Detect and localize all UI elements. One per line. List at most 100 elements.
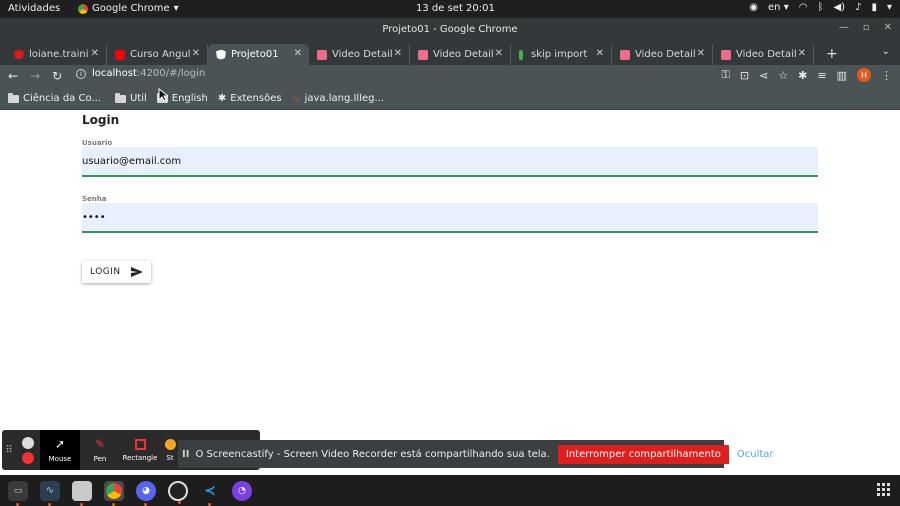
tab-label: Video Detail	[433, 49, 493, 60]
rectangle-tool[interactable]: Rectangle	[120, 430, 160, 470]
github-desktop-icon[interactable]: ◔	[232, 480, 252, 501]
pause-recording-icon[interactable]	[22, 436, 34, 449]
page-content: Login Usuario usuario@email.com Senha ••…	[0, 111, 900, 475]
tab-close-icon[interactable]: ✕	[495, 48, 503, 59]
reload-icon[interactable]: ↻	[52, 69, 62, 83]
tab-favicon-icon	[216, 49, 226, 60]
tab-favicon-icon	[721, 49, 731, 60]
cursor-icon: ➚	[54, 437, 66, 451]
address-bar[interactable]: i localhost:4200/#/login	[76, 68, 205, 79]
pen-tool[interactable]: ✎ Pen	[80, 430, 120, 470]
tab-close-icon[interactable]: ✕	[91, 48, 99, 59]
stop-recording-icon[interactable]	[22, 451, 34, 464]
tab[interactable]: Video Detail ✕	[713, 44, 814, 65]
pause-icon: II	[182, 448, 190, 460]
terminal-icon[interactable]: ▭	[8, 480, 28, 506]
tab-favicon-icon	[317, 49, 327, 60]
password-field[interactable]: ••••	[82, 203, 818, 233]
show-apps-icon[interactable]	[877, 483, 890, 496]
puzzle-icon: ✱	[217, 93, 227, 104]
tab[interactable]: Video Detail ✕	[612, 44, 713, 65]
back-icon[interactable]: ←	[8, 69, 18, 83]
tab-close-icon[interactable]: ✕	[394, 48, 402, 59]
sticker-icon	[164, 438, 176, 450]
send-icon	[131, 267, 143, 277]
tool-label: Rectangle	[122, 453, 158, 462]
tool-label: Pen	[93, 455, 107, 463]
tab-label: Curso Angul	[130, 49, 190, 60]
key-icon[interactable]: ⚿	[721, 68, 729, 82]
mouse-tool[interactable]: ➚ Mouse	[40, 430, 80, 470]
bookmark-item[interactable]: ✱ Extensões	[218, 93, 282, 104]
tab[interactable]: skip import ✕	[511, 44, 612, 65]
app-menu[interactable]: Google Chrome ▾	[78, 3, 179, 14]
system-monitor-icon[interactable]: ∿	[40, 480, 60, 506]
translate-icon[interactable]: ⊡	[740, 69, 749, 82]
login-button[interactable]: LOGIN	[82, 261, 151, 283]
tab-close-icon[interactable]: ✕	[192, 48, 200, 59]
obs-icon[interactable]	[168, 480, 188, 504]
extensions-icon[interactable]: ✱	[798, 69, 807, 82]
vscode-icon[interactable]: ≺	[200, 481, 220, 506]
media-icon[interactable]: ≡	[817, 69, 826, 82]
bookmark-item[interactable]: ♨ java.lang.Illeg...	[292, 93, 384, 104]
tab-close-icon[interactable]: ✕	[596, 48, 604, 59]
window-controls: — ▫ ✕	[839, 22, 892, 33]
drag-handle-icon[interactable]: ⠿	[2, 430, 16, 470]
taskbar: ▭ ∿ ◕ ≺ ◔	[0, 475, 900, 506]
sticker-tool[interactable]: St	[160, 430, 180, 470]
side-panel-icon[interactable]: ▥	[837, 69, 847, 82]
volume-icon: ◀)	[833, 2, 846, 13]
language-indicator[interactable]: en ▾	[768, 2, 789, 13]
url-host: localhost	[92, 68, 137, 79]
menu-kebab-icon[interactable]: ⋮	[881, 69, 892, 82]
bookmark-label: English	[171, 93, 208, 104]
tab[interactable]: Curso Angul ✕	[107, 44, 208, 65]
discord-icon[interactable]: ◕	[136, 480, 156, 506]
bookmark-label: java.lang.Illeg...	[304, 93, 385, 104]
new-tab-button[interactable]: +	[826, 46, 838, 62]
tab-favicon-icon	[620, 49, 630, 60]
chevron-down-icon: ▾	[173, 3, 179, 14]
tab-label: Projeto01	[231, 49, 279, 60]
share-icon[interactable]: ⋖	[759, 69, 768, 82]
activities-button[interactable]: Atividades	[8, 3, 60, 14]
minimize-icon[interactable]: —	[839, 22, 849, 33]
bookmark-label: Util	[129, 93, 147, 104]
bookmark-folder[interactable]: Util	[114, 92, 147, 104]
forward-icon[interactable]: →	[30, 69, 40, 83]
pen-icon: ✎	[94, 437, 106, 451]
maximize-icon[interactable]: ▫	[863, 22, 870, 33]
bookmark-folder[interactable]: Ciência da Co...	[8, 92, 101, 104]
clock[interactable]: 13 de set 20:01	[416, 3, 495, 14]
mic-icon: ♪	[855, 2, 862, 13]
tab-label: skip import	[531, 49, 588, 60]
tab-close-icon[interactable]: ✕	[294, 48, 302, 59]
close-window-icon[interactable]: ✕	[884, 22, 892, 33]
tab-search-icon[interactable]: ⌄	[882, 46, 890, 57]
discord-tray-icon[interactable]: ◉	[749, 2, 758, 13]
chrome-icon	[78, 3, 88, 14]
star-icon[interactable]: ☆	[778, 69, 788, 82]
tab-close-icon[interactable]: ✕	[798, 48, 806, 59]
profile-avatar[interactable]: H	[857, 68, 871, 82]
hide-button[interactable]: Ocultar	[737, 449, 774, 460]
tab-favicon-icon	[14, 49, 24, 60]
tab[interactable]: Video Detail ✕	[410, 44, 511, 65]
info-icon[interactable]: i	[76, 68, 86, 79]
username-value: usuario@email.com	[82, 156, 182, 167]
tab[interactable]: loiane.traini ✕	[6, 44, 107, 65]
tab-active[interactable]: Projeto01 ✕	[208, 44, 309, 65]
tab-strip: loiane.traini ✕ Curso Angul ✕ Projeto01 …	[0, 42, 900, 65]
username-field[interactable]: usuario@email.com	[82, 147, 818, 177]
tab[interactable]: Video Detail ✕	[309, 44, 410, 65]
power-menu-icon[interactable]: ▾	[887, 2, 892, 13]
files-icon[interactable]	[72, 480, 92, 506]
login-button-label: LOGIN	[90, 267, 121, 277]
chrome-icon[interactable]	[104, 480, 124, 506]
tab-close-icon[interactable]: ✕	[697, 48, 705, 59]
stop-sharing-button[interactable]: Interromper compartilhamento	[557, 444, 729, 464]
url-path: :4200/#/login	[136, 68, 206, 79]
system-tray[interactable]: ◉ en ▾ ◠ ᛒ ◀) ♪ ▮ ▾	[749, 2, 892, 13]
rectangle-icon	[134, 438, 146, 450]
